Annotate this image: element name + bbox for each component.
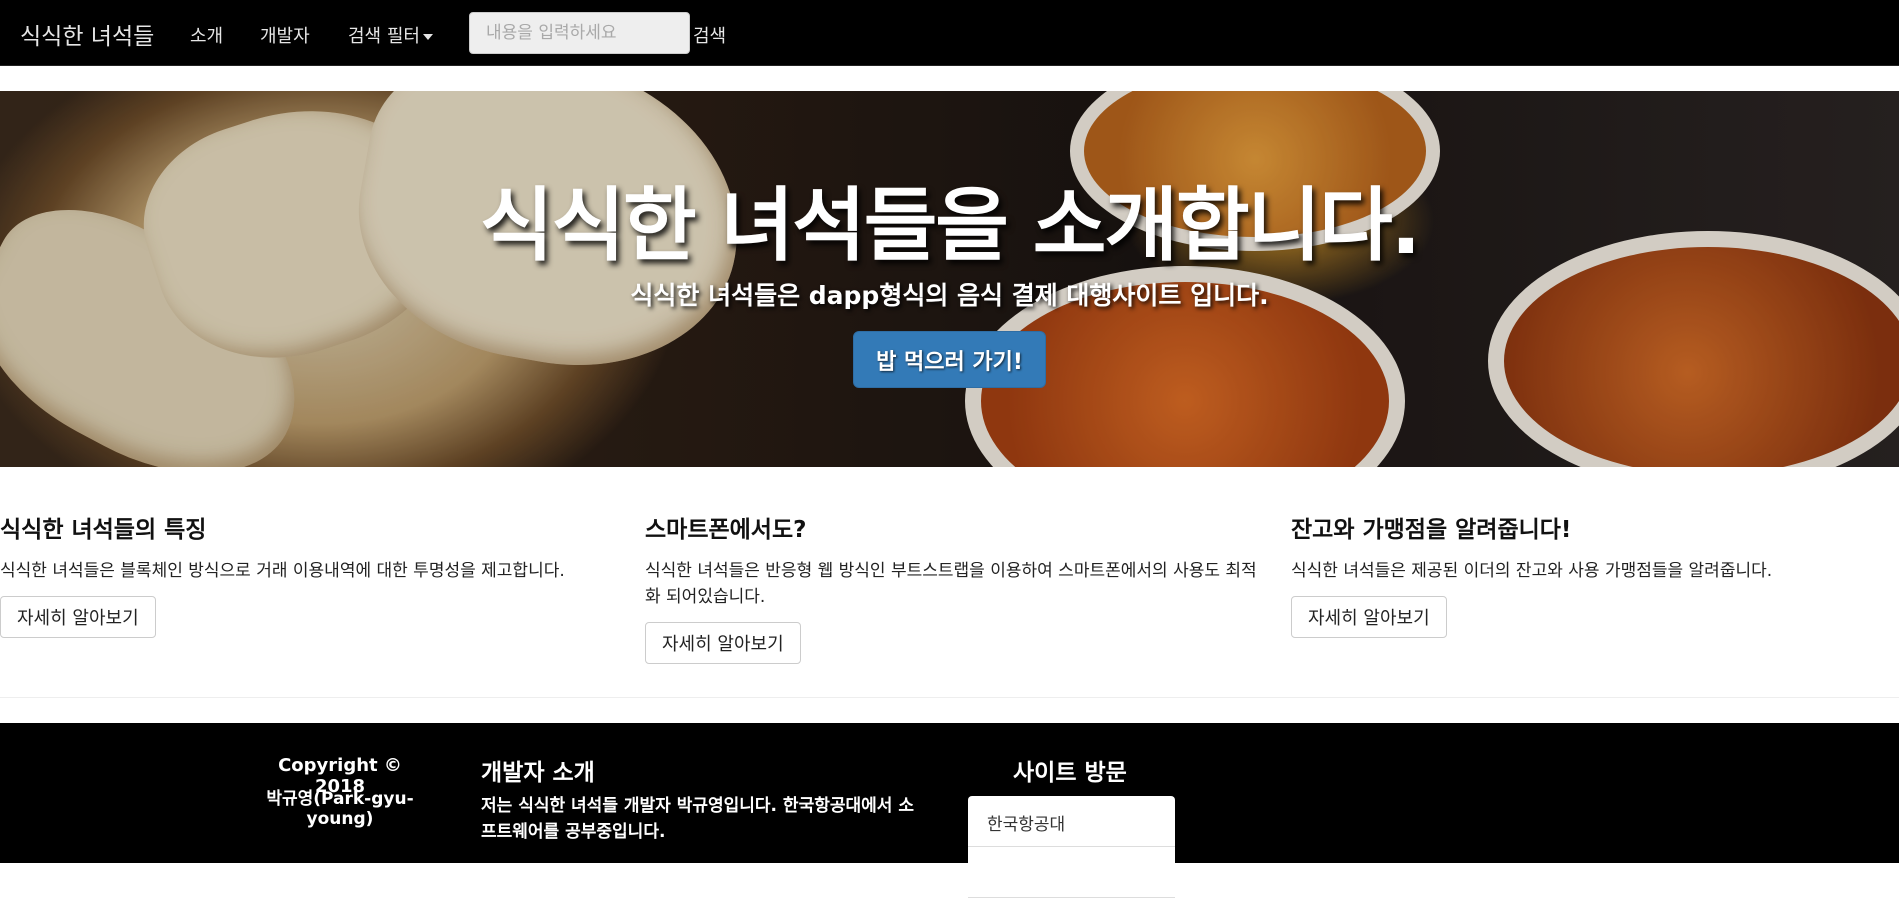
feature-title: 잔고와 가맹점을 알려줍니다!	[1291, 517, 1572, 543]
developer-intro-text: 저는 식식한 녀석들 개발자 박규영입니다. 한국항공대에서 소프트웨어를 공부…	[481, 796, 914, 842]
caret-down-icon	[422, 34, 433, 40]
feature-column-balance: 잔고와 가맹점을 알려줍니다! 식식한 녀석들은 제공된 이더의 잔고와 사용 …	[1291, 510, 1891, 638]
feature-text: 식식한 녀석들은 블록체인 방식으로 거래 이용내역에 대한 투명성을 제고합니…	[0, 561, 565, 581]
learn-more-button[interactable]: 자세히 알아보기	[1291, 596, 1447, 638]
search-button[interactable]: 검색	[693, 22, 726, 48]
nav-item-developer[interactable]: 개발자	[260, 22, 310, 48]
feature-title: 스마트폰에서도?	[645, 517, 807, 543]
search-input[interactable]	[469, 12, 690, 54]
feature-column-features: 식식한 녀석들의 특징 식식한 녀석들은 블록체인 방식으로 거래 이용내역에 …	[0, 510, 620, 638]
learn-more-button[interactable]: 자세히 알아보기	[645, 622, 801, 664]
site-visit-title: 사이트 방문	[1013, 760, 1127, 786]
hero-title: 식식한 녀석들을 소개합니다.	[479, 179, 1421, 272]
feature-text: 식식한 녀석들은 반응형 웹 방식인 부트스트랩을 이용하여 스마트폰에서의 사…	[645, 561, 1257, 607]
feature-text: 식식한 녀석들은 제공된 이더의 잔고와 사용 가맹점들을 알려줍니다.	[1291, 561, 1773, 581]
footer: Copyright © 2018 박규영(Park-gyu-young) 개발자…	[0, 723, 1899, 898]
nav-item-search-filter-dropdown[interactable]: 검색 필터	[348, 22, 433, 48]
developer-intro-title: 개발자 소개	[481, 760, 595, 786]
site-visit-list: 한국항공대	[968, 796, 1175, 898]
navbar-brand[interactable]: 식식한 녀석들	[20, 17, 154, 51]
section-divider	[0, 697, 1899, 698]
go-eat-button[interactable]: 밥 먹으러 가기!	[853, 331, 1046, 388]
hero-jumbotron: 식식한 녀석들을 소개합니다. 식식한 녀석들은 dapp형식의 음식 결제 대…	[0, 91, 1899, 467]
feature-column-smartphone: 스마트폰에서도? 식식한 녀석들은 반응형 웹 방식인 부트스트랩을 이용하여 …	[645, 510, 1265, 664]
author-name: 박규영(Park-gyu-young)	[266, 789, 414, 829]
nav-item-search-filter-label: 검색 필터	[348, 26, 420, 47]
feature-title: 식식한 녀석들의 특징	[0, 517, 207, 543]
hero-subtitle: 식식한 녀석들은 dapp형식의 음식 결제 대행사이트 입니다.	[630, 281, 1269, 310]
site-visit-link[interactable]: 한국항공대	[968, 796, 1175, 847]
nav-item-intro[interactable]: 소개	[190, 22, 223, 48]
navbar: 식식한 녀석들 소개 개발자 검색 필터 검색	[0, 0, 1899, 66]
learn-more-button[interactable]: 자세히 알아보기	[0, 596, 156, 638]
site-visit-link[interactable]	[968, 847, 1175, 898]
